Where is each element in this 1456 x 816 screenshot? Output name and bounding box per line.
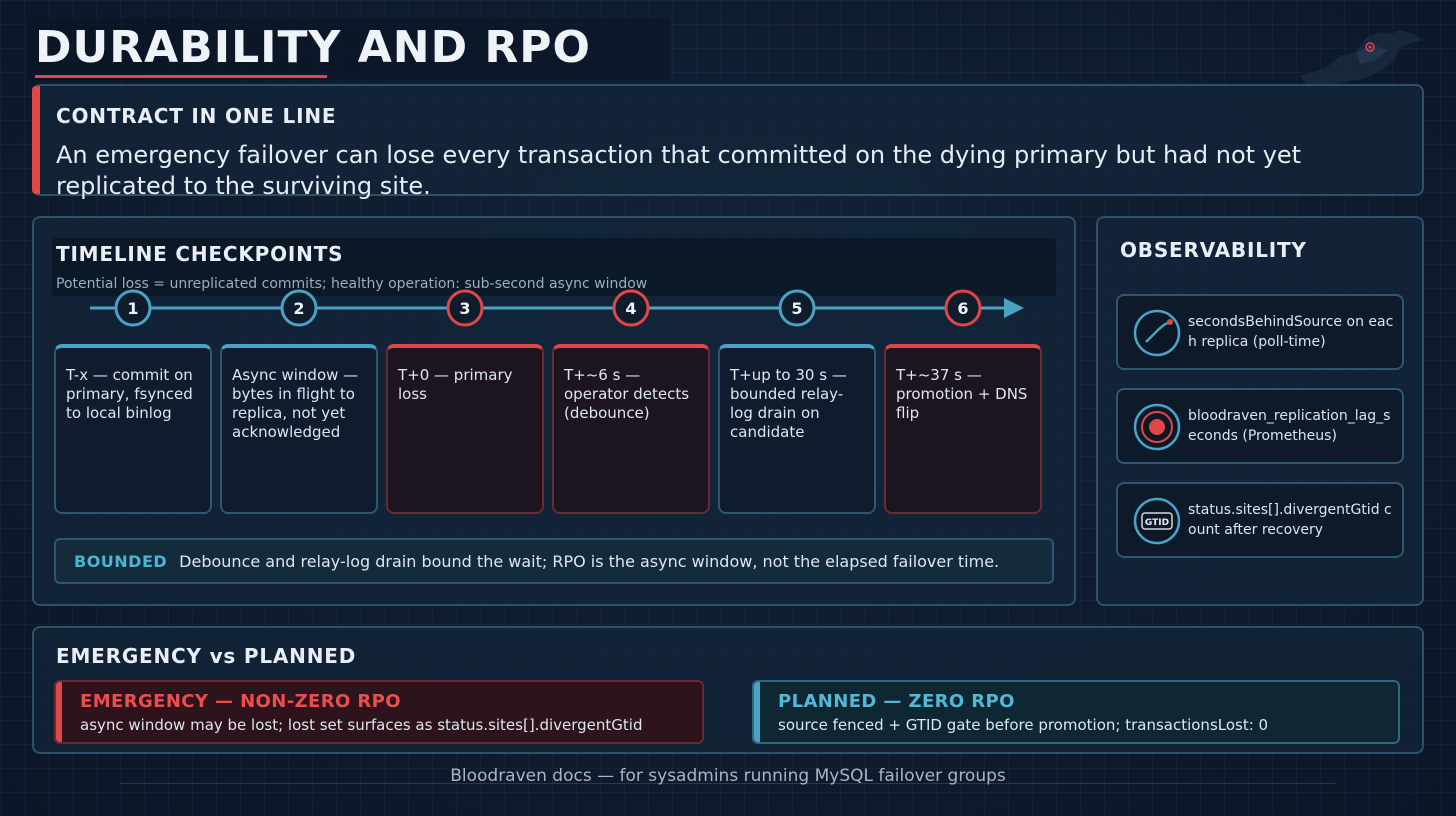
step-marker-3: 3 xyxy=(446,289,484,327)
title-underline xyxy=(35,75,327,78)
emergency-card: EMERGENCY — NON-ZERO RPO async window ma… xyxy=(54,680,704,744)
step-marker-2: 2 xyxy=(280,289,318,327)
step-marker-4: 4 xyxy=(612,289,650,327)
observability-item-prometheus: bloodraven_replication_lag_seconds (Prom… xyxy=(1116,388,1404,464)
observability-item-divergent-gtid: GTID status.sites[].divergentGtid count … xyxy=(1116,482,1404,558)
observability-heading: OBSERVABILITY xyxy=(1120,238,1307,262)
planned-card: PLANNED — ZERO RPO source fenced + GTID … xyxy=(752,680,1400,744)
emergency-title: EMERGENCY — NON-ZERO RPO xyxy=(80,691,401,712)
contract-accent-bar xyxy=(32,86,40,194)
emergency-accent-bar xyxy=(56,682,62,742)
checkpoint-card-3: T+0 — primary loss xyxy=(386,344,544,514)
bounded-tag: BOUNDED xyxy=(74,551,168,571)
contract-text: An emergency failover can lose every tra… xyxy=(56,141,1302,200)
timeline-arrowhead-icon xyxy=(1004,298,1024,318)
target-icon xyxy=(1133,403,1181,451)
emergency-vs-planned-heading: EMERGENCY vs PLANNED xyxy=(56,644,357,668)
checkpoint-card-1: T-x — commit on primary, fsynced to loca… xyxy=(54,344,212,514)
gtid-icon: GTID xyxy=(1133,497,1181,545)
bounded-callout: BOUNDED Debounce and relay-log drain bou… xyxy=(54,538,1054,584)
checkpoint-card-5: T+up to 30 s — bounded relay-log drain o… xyxy=(718,344,876,514)
svg-text:6: 6 xyxy=(957,299,968,318)
svg-text:GTID: GTID xyxy=(1145,518,1169,528)
observability-text: status.sites[].divergentGtid count after… xyxy=(1188,502,1392,538)
raven-logo-icon xyxy=(1300,30,1422,86)
svg-text:2: 2 xyxy=(293,299,304,318)
page-title: DURABILITY AND RPO xyxy=(35,22,591,73)
timeline-heading: TIMELINE CHECKPOINTS xyxy=(56,242,344,266)
step-marker-5: 5 xyxy=(778,289,816,327)
footer-text: Bloodraven docs — for sysadmins running … xyxy=(450,766,1006,786)
svg-text:3: 3 xyxy=(459,299,470,318)
checkpoint-card-4: T+~6 s — operator detects (debounce) xyxy=(552,344,710,514)
step-marker-1: 1 xyxy=(114,289,152,327)
checkpoint-card-6: T+~37 s — promotion + DNS flip xyxy=(884,344,1042,514)
svg-text:5: 5 xyxy=(791,299,802,318)
observability-item-lag-seconds: secondsBehindSource on each replica (pol… xyxy=(1116,294,1404,370)
svg-text:1: 1 xyxy=(127,299,138,318)
checkpoint-card-2: Async window — bytes in flight to replic… xyxy=(220,344,378,514)
step-marker-6: 6 xyxy=(944,289,982,327)
observability-text: secondsBehindSource on each replica (pol… xyxy=(1188,314,1394,350)
observability-text: bloodraven_replication_lag_seconds (Prom… xyxy=(1188,408,1391,444)
bounded-text: Debounce and relay-log drain bound the w… xyxy=(179,551,1000,571)
gauge-icon xyxy=(1133,309,1181,357)
svg-text:4: 4 xyxy=(625,299,636,318)
planned-title: PLANNED — ZERO RPO xyxy=(778,691,1015,712)
emergency-text: async window may be lost; lost set surfa… xyxy=(80,716,643,734)
planned-text: source fenced + GTID gate before promoti… xyxy=(778,716,1269,734)
planned-accent-bar xyxy=(754,682,760,742)
contract-heading: CONTRACT IN ONE LINE xyxy=(56,104,337,128)
